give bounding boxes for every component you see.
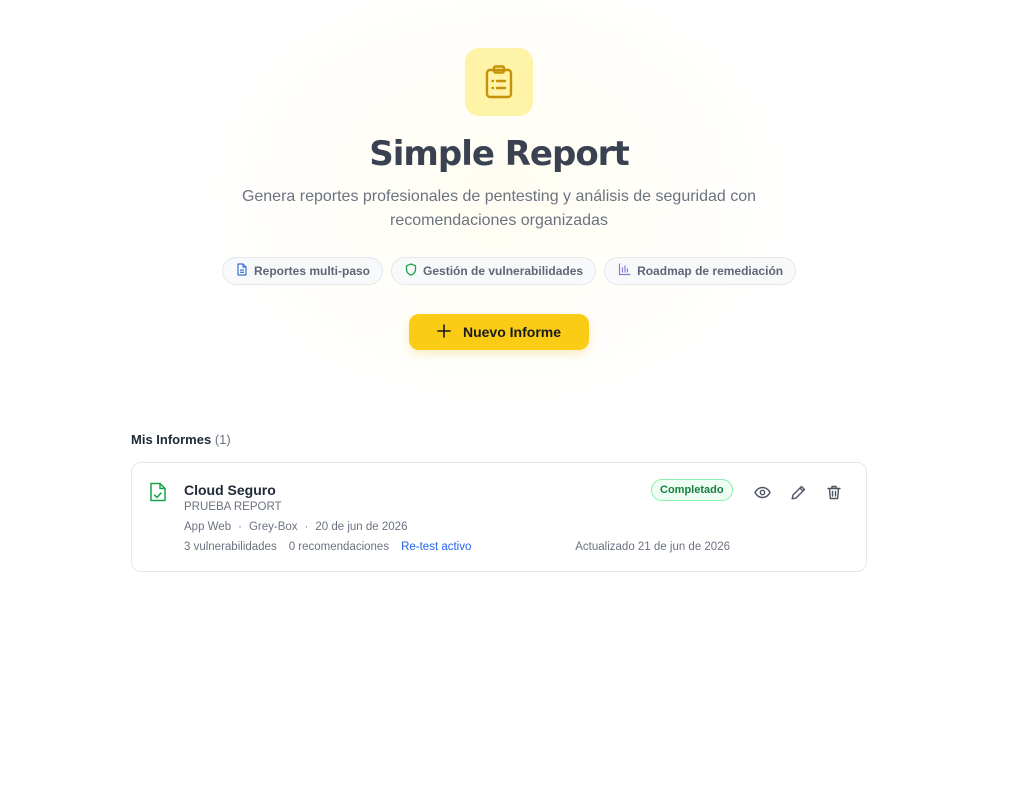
status-badge: Completado: [651, 479, 733, 501]
new-report-label: Nuevo Informe: [462, 324, 561, 340]
feature-chip-roadmap: Roadmap de remediación: [604, 257, 797, 285]
feature-chips: Reportes multi-paso Gestión de vulnerabi…: [222, 257, 797, 285]
page-title: Simple Report: [369, 134, 629, 174]
page: Simple Report Genera reportes profesiona…: [0, 0, 1035, 787]
edit-report-button[interactable]: [787, 484, 809, 506]
report-stats: 3 vulnerabilidades 0 recomendaciones Re-…: [184, 541, 471, 553]
report-methodology: Grey-Box: [248, 521, 298, 533]
delete-report-button[interactable]: [823, 484, 845, 506]
shield-icon: [405, 263, 417, 279]
recommendations-count: 0 recomendaciones: [288, 541, 390, 553]
vulnerabilities-count: 3 vulnerabilidades: [184, 541, 277, 553]
meta-separator: ·: [304, 521, 309, 533]
page-subtitle: Genera reportes profesionales de pentest…: [241, 188, 757, 229]
reports-count: (1): [214, 432, 231, 447]
new-report-button[interactable]: Nuevo Informe: [409, 314, 589, 350]
feature-chip-reportes: Reportes multi-paso: [222, 257, 384, 285]
report-card[interactable]: Cloud Seguro PRUEBA REPORT App Web · Gre…: [131, 462, 867, 572]
feature-chip-label: Roadmap de remediación: [637, 264, 784, 278]
report-title: Cloud Seguro: [184, 482, 276, 498]
file-check-icon: [149, 482, 167, 507]
report-type: App Web: [184, 521, 232, 533]
meta-separator: ·: [238, 521, 242, 533]
pencil-icon: [791, 485, 806, 505]
eye-icon: [753, 486, 771, 504]
feature-chip-vulnerabilidades: Gestión de vulnerabilidades: [391, 257, 597, 285]
report-updated: Actualizado 21 de jun de 2026: [575, 541, 730, 553]
feature-chip-label: Reportes multi-paso: [254, 264, 371, 278]
view-report-button[interactable]: [751, 484, 773, 506]
feature-chip-label: Gestión de vulnerabilidades: [423, 264, 584, 278]
trash-icon: [827, 485, 841, 505]
clipboard-list-icon: [465, 48, 533, 116]
report-client: PRUEBA REPORT: [184, 501, 282, 513]
bar-chart-icon: [618, 263, 631, 279]
report-date: 20 de jun de 2026: [315, 521, 408, 533]
file-text-icon: [236, 263, 248, 279]
reports-section-label: Mis Informes: [131, 432, 212, 447]
retest-status: Re-test activo: [401, 541, 472, 553]
reports-section-title: Mis Informes (1): [131, 432, 231, 447]
report-meta: App Web · Grey-Box · 20 de jun de 2026: [184, 521, 407, 533]
plus-icon: [437, 323, 451, 341]
